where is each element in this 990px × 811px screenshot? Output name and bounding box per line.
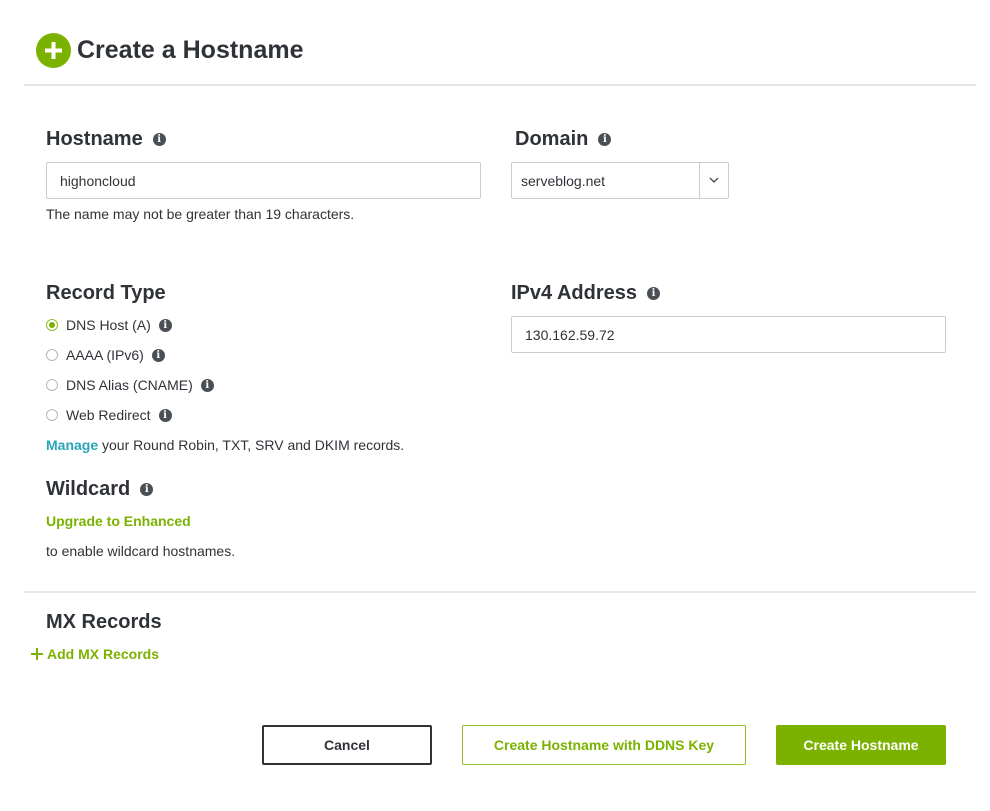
info-icon[interactable]: i bbox=[140, 482, 154, 496]
wildcard-label: Wildcard i bbox=[46, 476, 154, 502]
wildcard-helper-text: to enable wildcard hostnames. bbox=[46, 543, 236, 559]
mx-divider bbox=[24, 591, 976, 593]
radio-web-redirect[interactable]: Web Redirect i bbox=[46, 405, 172, 425]
ipv4-input[interactable] bbox=[511, 316, 946, 353]
hostname-helper-text: The name may not be greater than 19 char… bbox=[46, 206, 355, 222]
header-divider bbox=[24, 84, 976, 86]
record-type-label: Record Type bbox=[46, 282, 166, 304]
manage-description: your Round Robin, TXT, SRV and DKIM reco… bbox=[98, 437, 405, 453]
radio-button[interactable] bbox=[46, 409, 58, 421]
plus-circle-icon bbox=[36, 33, 71, 68]
radio-label: DNS Alias (CNAME) bbox=[66, 377, 193, 393]
upgrade-enhanced-link[interactable]: Upgrade to Enhanced bbox=[46, 513, 191, 529]
add-mx-records-label: Add MX Records bbox=[47, 646, 160, 662]
plus-icon bbox=[31, 648, 43, 660]
manage-records-text: Manage your Round Robin, TXT, SRV and DK… bbox=[46, 437, 404, 453]
cancel-button[interactable]: Cancel bbox=[262, 725, 432, 765]
info-icon[interactable]: i bbox=[158, 318, 172, 332]
wildcard-label-text: Wildcard bbox=[46, 478, 131, 500]
radio-selected-dot bbox=[49, 322, 55, 328]
radio-button[interactable] bbox=[46, 319, 58, 331]
info-icon[interactable]: i bbox=[647, 286, 660, 300]
create-hostname-ddns-button[interactable]: Create Hostname with DDNS Key bbox=[462, 725, 746, 765]
info-icon[interactable]: i bbox=[152, 132, 166, 146]
domain-label-text: Domain bbox=[515, 128, 589, 150]
info-icon[interactable]: i bbox=[158, 408, 172, 422]
info-icon[interactable]: i bbox=[598, 132, 612, 146]
hostname-label: Hostname i bbox=[46, 126, 166, 152]
page-title: Create a Hostname bbox=[77, 36, 304, 64]
mx-records-label: MX Records bbox=[46, 611, 162, 633]
radio-label: DNS Host (A) bbox=[66, 317, 151, 333]
ipv4-label-text: IPv4 Address bbox=[511, 282, 637, 304]
radio-dns-alias-cname[interactable]: DNS Alias (CNAME) i bbox=[46, 375, 214, 395]
ipv4-label: IPv4 Address i bbox=[511, 280, 660, 306]
radio-label: AAAA (IPv6) bbox=[66, 347, 144, 363]
create-hostname-button[interactable]: Create Hostname bbox=[776, 725, 946, 765]
domain-select[interactable]: serveblog.net bbox=[511, 162, 729, 199]
chevron-down-icon[interactable] bbox=[699, 163, 728, 198]
hostname-input[interactable] bbox=[46, 162, 481, 199]
info-icon[interactable]: i bbox=[200, 378, 214, 392]
radio-aaaa-ipv6[interactable]: AAAA (IPv6) i bbox=[46, 345, 165, 365]
radio-button[interactable] bbox=[46, 349, 58, 361]
add-mx-records-link[interactable]: Add MX Records bbox=[31, 646, 159, 662]
radio-dns-host-a[interactable]: DNS Host (A) i bbox=[46, 315, 172, 335]
radio-label: Web Redirect bbox=[66, 407, 151, 423]
hostname-label-text: Hostname bbox=[46, 128, 143, 150]
radio-button[interactable] bbox=[46, 379, 58, 391]
manage-link[interactable]: Manage bbox=[46, 437, 98, 453]
domain-select-value: serveblog.net bbox=[521, 172, 606, 189]
domain-label: Domain i bbox=[515, 126, 612, 152]
info-icon[interactable]: i bbox=[151, 348, 165, 362]
